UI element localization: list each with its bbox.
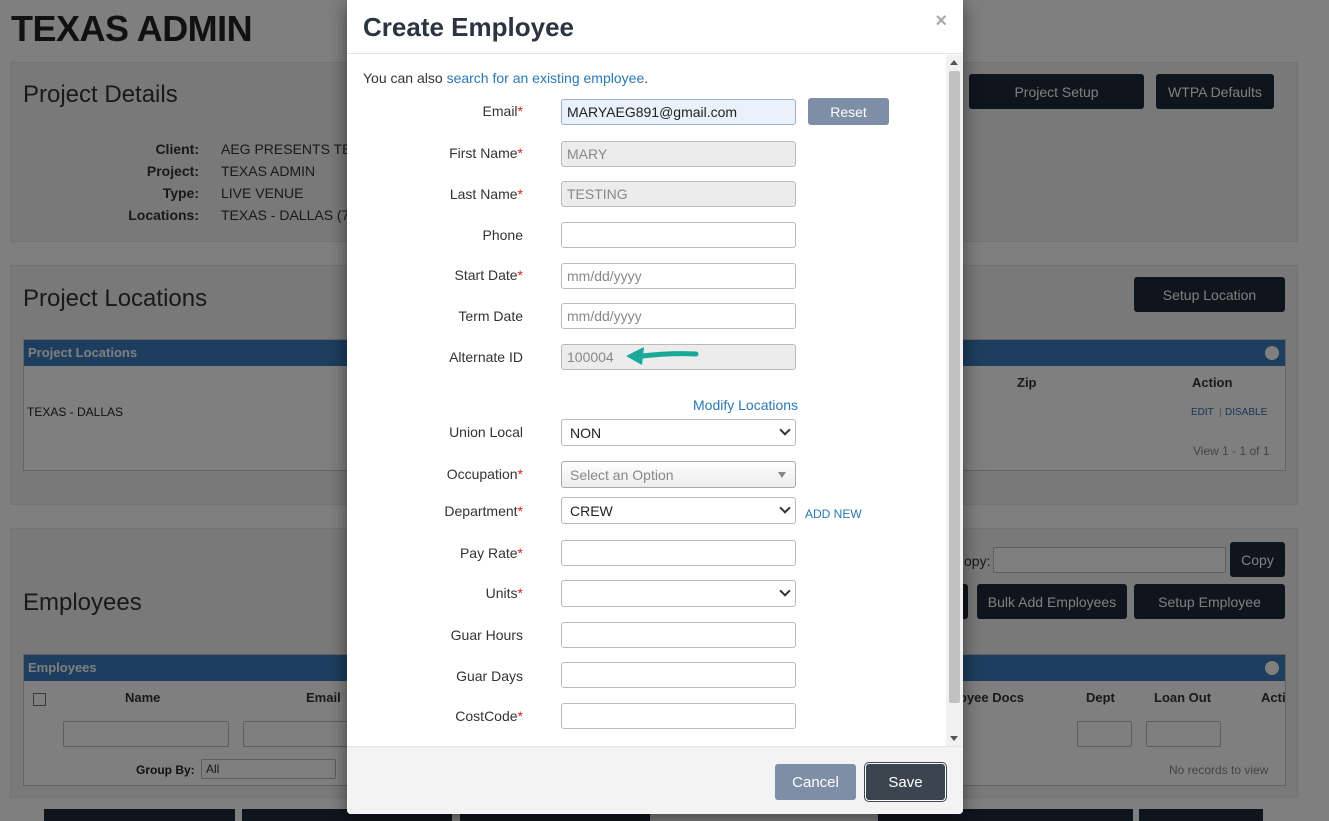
modify-locations-link[interactable]: Modify Locations xyxy=(693,397,798,413)
alternate-id-label: Alternate ID xyxy=(449,349,523,365)
email-label: Email* xyxy=(482,103,523,119)
intro-suffix: . xyxy=(644,70,649,86)
union-local-label: Union Local xyxy=(449,424,523,440)
reset-button[interactable]: Reset xyxy=(808,98,889,125)
pay-rate-label: Pay Rate* xyxy=(459,545,523,561)
scroll-up-icon[interactable] xyxy=(950,60,958,65)
modal-title: Create Employee xyxy=(363,12,574,42)
chevron-down-icon xyxy=(779,585,791,597)
last-name-label: Last Name* xyxy=(449,186,523,202)
cost-code-input[interactable] xyxy=(561,703,796,729)
modal-header: Create Employee × xyxy=(347,0,963,54)
scroll-down-icon[interactable] xyxy=(950,736,958,741)
search-existing-employee-link[interactable]: search for an existing employee xyxy=(447,70,645,86)
close-icon[interactable]: × xyxy=(935,10,947,33)
modal-body: You can also search for an existing empl… xyxy=(347,55,963,746)
chevron-down-icon xyxy=(779,424,791,436)
scroll-thumb[interactable] xyxy=(949,71,960,703)
save-button[interactable]: Save xyxy=(866,764,945,800)
chevron-down-icon xyxy=(779,502,791,514)
guar-hours-label: Guar Hours xyxy=(450,627,523,643)
term-date-label: Term Date xyxy=(458,308,523,324)
guar-days-label: Guar Days xyxy=(456,668,523,684)
cancel-button[interactable]: Cancel xyxy=(775,764,856,800)
pay-rate-input[interactable] xyxy=(561,540,796,566)
guar-hours-input[interactable] xyxy=(561,622,796,648)
cost-code-label: CostCode* xyxy=(455,708,523,724)
start-date-label: Start Date* xyxy=(454,267,523,283)
phone-label: Phone xyxy=(482,227,523,243)
email-input[interactable] xyxy=(561,99,796,125)
first-name-label: First Name* xyxy=(449,145,523,161)
occupation-select[interactable]: Select an Option xyxy=(561,461,796,488)
first-name-input xyxy=(561,141,796,167)
intro-prefix: You can also xyxy=(363,70,447,86)
last-name-input xyxy=(561,181,796,207)
department-select[interactable]: CREW xyxy=(561,497,796,524)
phone-input[interactable] xyxy=(561,222,796,248)
start-date-input[interactable] xyxy=(561,263,796,289)
arrow-left-icon xyxy=(626,347,699,365)
union-local-select[interactable]: NON xyxy=(561,419,796,446)
department-label: Department* xyxy=(444,503,523,519)
guar-days-input[interactable] xyxy=(561,662,796,688)
occupation-label: Occupation* xyxy=(446,466,523,482)
intro-text: You can also search for an existing empl… xyxy=(363,70,648,86)
units-label: Units* xyxy=(485,585,523,601)
dropdown-arrow-icon xyxy=(778,472,786,478)
units-select[interactable] xyxy=(561,580,796,607)
add-new-department-link[interactable]: ADD NEW xyxy=(805,507,862,521)
modal-footer: Cancel Save xyxy=(347,746,963,814)
term-date-input[interactable] xyxy=(561,303,796,329)
modal-scrollbar[interactable] xyxy=(946,55,963,746)
create-employee-modal: Create Employee × You can also search fo… xyxy=(347,0,963,814)
